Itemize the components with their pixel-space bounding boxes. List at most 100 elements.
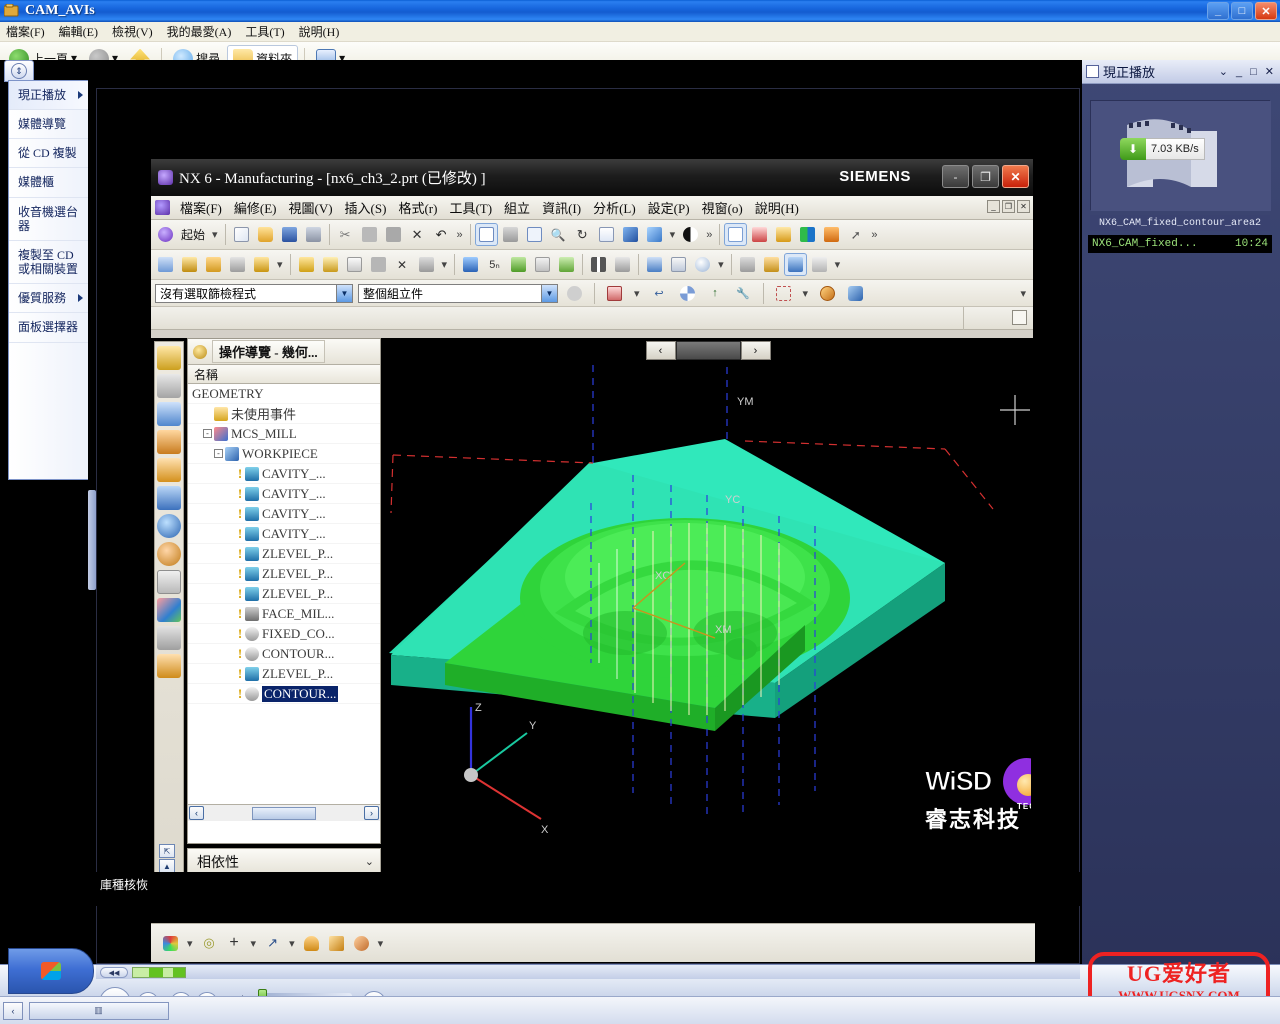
pane-close-button[interactable]: ✕: [1263, 65, 1276, 78]
geom-dropdown-icon[interactable]: ▾: [832, 258, 844, 271]
nx-menu-help[interactable]: 說明(H): [749, 196, 805, 219]
nx-approve-button[interactable]: [531, 253, 554, 276]
nx-output-cls-button[interactable]: [507, 253, 530, 276]
tree-row[interactable]: ! FACE_MIL...: [188, 604, 380, 624]
video-display-area[interactable]: NX 6 - Manufacturing - [nx6_ch3_2.prt (已…: [96, 88, 1080, 964]
nx-delete-path-button[interactable]: ✕: [391, 253, 414, 276]
render-dropdown-icon[interactable]: ▾: [667, 228, 679, 241]
viewport-next-button[interactable]: ›: [740, 341, 771, 360]
nx-lock-path-button[interactable]: [415, 253, 438, 276]
nx-menu-assembly[interactable]: 組立: [498, 196, 536, 219]
nx-list-button[interactable]: [343, 253, 366, 276]
graphics-viewport[interactable]: ‹ › YM YC XC XM Z Y X WiSD TE 睿志科技: [385, 338, 1031, 900]
point-dropdown-icon[interactable]: ▾: [248, 937, 260, 950]
path-dropdown-icon[interactable]: ▾: [439, 258, 451, 271]
select-dropdown-icon[interactable]: ▾: [631, 287, 643, 300]
pin-icon[interactable]: [193, 344, 207, 359]
nx-blank-button[interactable]: [760, 253, 783, 276]
select-general-button[interactable]: [563, 282, 586, 305]
nx-shade-button[interactable]: [499, 223, 522, 246]
nx-time-button[interactable]: [691, 253, 714, 276]
explorer-close-button[interactable]: ✕: [1255, 2, 1277, 20]
tree-row[interactable]: ! CAVITY_...: [188, 464, 380, 484]
nx-select-button[interactable]: ➚: [844, 223, 867, 246]
tree-row[interactable]: ! CONTOUR...: [188, 684, 380, 704]
nx-menu-insert[interactable]: 插入(S): [339, 196, 393, 219]
tree-row[interactable]: ! ZLEVEL_P...: [188, 564, 380, 584]
nx-zoom-button[interactable]: 🔍: [547, 223, 570, 246]
tree-row[interactable]: ! ZLEVEL_P...: [188, 664, 380, 684]
resource-constraint-navigator-icon[interactable]: [157, 374, 181, 398]
explorer-menu-view[interactable]: 檢視(V): [112, 23, 153, 40]
nx-post-process-button[interactable]: [459, 253, 482, 276]
taskpane-resize-tab[interactable]: ⇕: [4, 60, 34, 82]
select-back-button[interactable]: ↩: [648, 282, 671, 305]
resource-assembly-navigator-icon[interactable]: [157, 346, 181, 370]
tree-row[interactable]: ! CAVITY_...: [188, 484, 380, 504]
player-seek-bar[interactable]: ◀◀: [96, 965, 1080, 979]
sim-dropdown-icon[interactable]: ▾: [715, 258, 727, 271]
dependencies-panel-header[interactable]: 相依性 ⌄: [187, 848, 381, 875]
assembly-scope-combo[interactable]: 整個組立件 ▼: [358, 283, 558, 303]
chevron-down-icon[interactable]: ▼: [336, 284, 352, 302]
nx-pan-button[interactable]: [595, 223, 618, 246]
resource-web-browser-icon[interactable]: [157, 486, 181, 510]
nx-workpiece-button[interactable]: [736, 253, 759, 276]
nx-delete-button[interactable]: ✕: [406, 223, 429, 246]
scroll-thumb[interactable]: [252, 806, 316, 820]
viewport-prev-button[interactable]: ‹: [645, 341, 676, 360]
explorer-menu-tools[interactable]: 工具(T): [245, 23, 284, 40]
resource-history-icon[interactable]: [157, 514, 181, 538]
playlist-list-item[interactable]: NX6_CAM_fixed... 10:24: [1088, 235, 1272, 253]
resource-hd3d-tools-icon[interactable]: [157, 626, 181, 650]
taskpane-item-skin-chooser[interactable]: 面板選擇器: [9, 313, 88, 343]
viewport-scroll-thumb[interactable]: [675, 341, 741, 360]
nx-color-button[interactable]: [159, 932, 182, 955]
explorer-menu-favorites[interactable]: 我的最愛(A): [167, 23, 232, 40]
seek-progress-indicator[interactable]: [132, 967, 186, 978]
tree-expander-icon[interactable]: -: [203, 429, 212, 438]
tree-row[interactable]: ! CAVITY_...: [188, 504, 380, 524]
nx-trim-button[interactable]: [808, 253, 831, 276]
select-rect-button[interactable]: [772, 282, 795, 305]
scroll-thumb[interactable]: ▥: [29, 1001, 169, 1020]
tree-expander-icon[interactable]: -: [214, 449, 223, 458]
nx-mdi-close-button[interactable]: ✕: [1017, 200, 1030, 213]
nx-create-method-button[interactable]: [226, 253, 249, 276]
nx-parallel-view-button[interactable]: [587, 253, 610, 276]
navigator-horizontal-scrollbar[interactable]: ‹ ›: [188, 804, 380, 821]
filter-method-combo[interactable]: 沒有選取篩檢程式 ▼: [155, 283, 353, 303]
feature-dropdown-icon[interactable]: ▾: [375, 937, 387, 950]
tree-row[interactable]: - MCS_MILL: [188, 424, 380, 444]
tree-row[interactable]: ! CONTOUR...: [188, 644, 380, 664]
nx-mdi-restore-button[interactable]: ❐: [1002, 200, 1015, 213]
nx-fit-view-button[interactable]: [474, 223, 498, 246]
nx-curve-button[interactable]: ◎: [198, 932, 221, 955]
select-face-button[interactable]: [603, 282, 626, 305]
explorer-menu-file[interactable]: 檔案(F): [6, 23, 45, 40]
taskpane-item-premium-services[interactable]: 優質服務: [9, 284, 88, 314]
nx-wcs-button[interactable]: [724, 223, 748, 246]
rewind-pill-button[interactable]: ◀◀: [100, 967, 128, 978]
nx-print-button[interactable]: [302, 223, 325, 246]
taskpane-item-media-library[interactable]: 媒體櫃: [9, 168, 88, 198]
tree-row[interactable]: GEOMETRY: [188, 384, 380, 404]
toolbar-overflow-icon-3[interactable]: »: [868, 229, 880, 241]
resource-reuse-library-icon[interactable]: [157, 430, 181, 454]
nx-report-button[interactable]: [667, 253, 690, 276]
nx-menu-window[interactable]: 視窗(o): [696, 196, 749, 219]
nx-mirror-button[interactable]: [796, 223, 819, 246]
selbar-overflow-icon[interactable]: ▾: [1017, 287, 1029, 300]
nx-section-button[interactable]: [679, 223, 702, 246]
explorer-menu-help[interactable]: 說明(H): [299, 23, 340, 40]
nx-transform-button[interactable]: [367, 253, 390, 276]
taskpane-item-copy-from-cd[interactable]: 從 CD 複製: [9, 139, 88, 169]
resource-operation-navigator-icon[interactable]: [157, 458, 181, 482]
resource-process-studio-icon[interactable]: [157, 542, 181, 566]
tree-row[interactable]: ! CAVITY_...: [188, 524, 380, 544]
nx-menu-file[interactable]: 檔案(F): [174, 196, 228, 219]
nx-move-button[interactable]: [820, 223, 843, 246]
nx-rotate-button[interactable]: ↻: [571, 223, 594, 246]
nx-mdi-minimize-button[interactable]: _: [987, 200, 1000, 213]
nx-menu-info[interactable]: 資訊(I): [536, 196, 587, 219]
